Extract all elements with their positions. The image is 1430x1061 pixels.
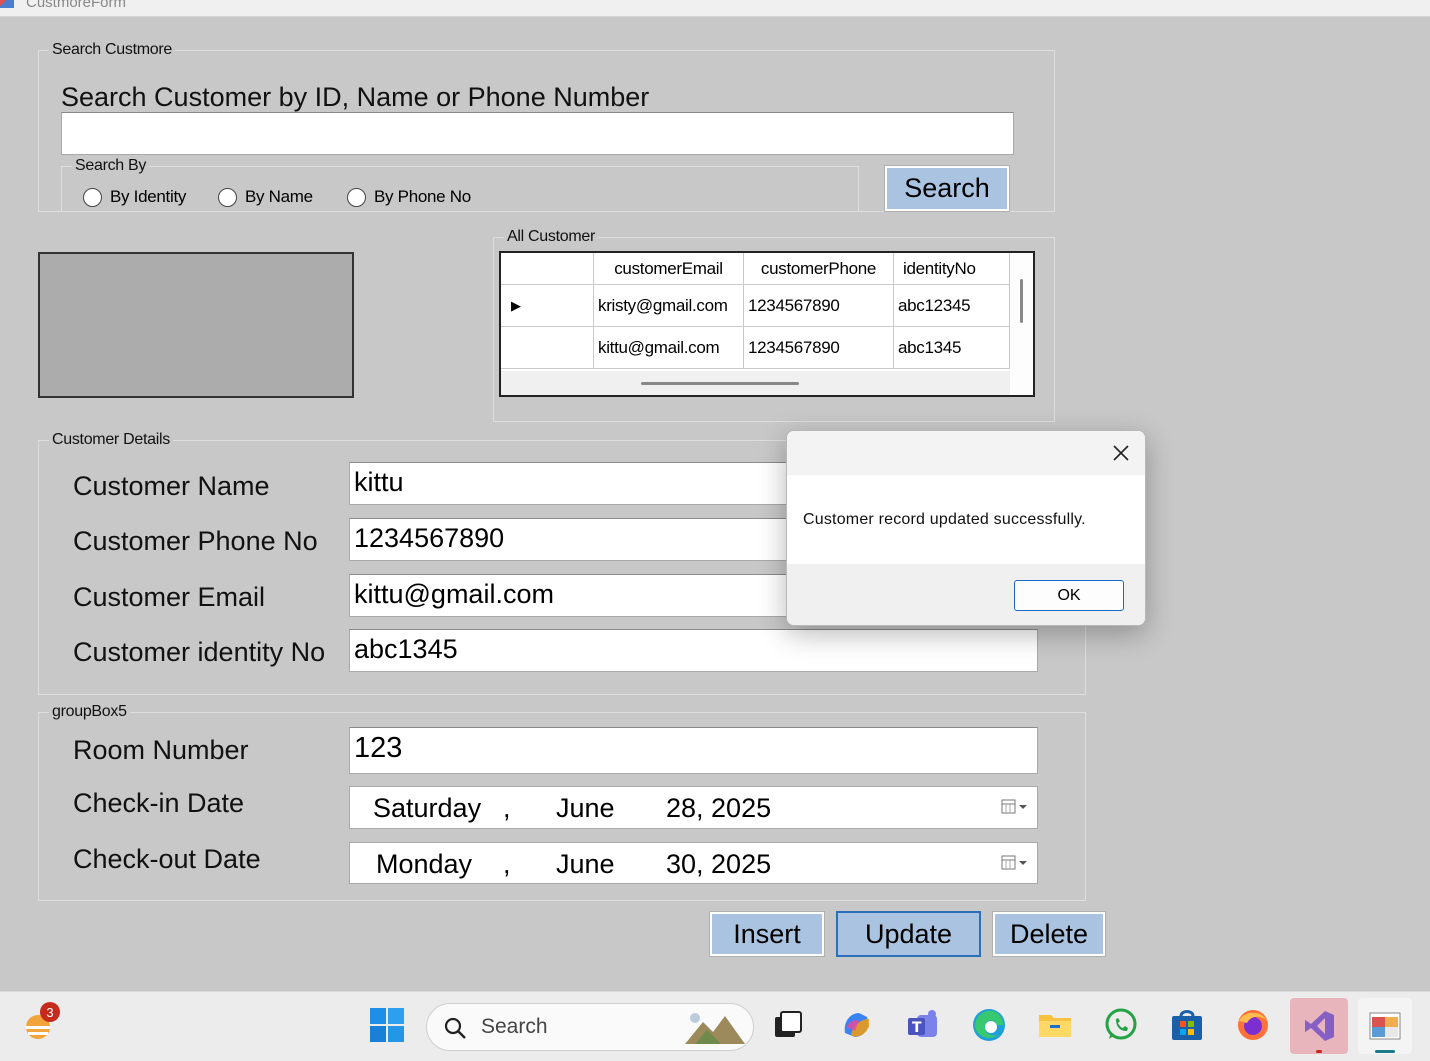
checkout-comma: , [503,849,511,879]
copilot-icon[interactable] [837,1005,877,1045]
dialog-titlebar [787,431,1145,475]
taskbar-search[interactable]: Search [426,1003,754,1051]
grid-vertical-scrollbar[interactable] [1010,253,1033,395]
taskbar: 3 Search T [0,991,1430,1061]
delete-button[interactable]: Delete [992,911,1106,957]
grid-header-identity[interactable]: identityNo [894,253,1010,285]
whatsapp-icon[interactable] [1101,1005,1141,1045]
customer-name-label: Customer Name [73,471,270,501]
winforms-app-icon[interactable] [1358,998,1412,1054]
customer-email-label: Customer Email [73,582,266,612]
checkin-comma: , [503,793,511,823]
radio-by-name[interactable]: By Name [218,187,313,207]
checkin-day-year: 28, 2025 [666,793,772,823]
task-view-icon[interactable] [768,1005,808,1045]
search-heading: Search Customer by ID, Name or Phone Num… [61,82,658,113]
grid-cell-email[interactable]: kristy@gmail.com [594,285,744,327]
checkout-month: June [556,849,615,879]
svg-text:T: T [912,1020,922,1036]
firefox-icon[interactable] [1233,1005,1273,1045]
close-icon[interactable] [1111,439,1131,470]
app-icon [0,0,14,8]
insert-button[interactable]: Insert [709,911,825,957]
running-indicator [1316,1050,1322,1053]
windows-start-icon[interactable] [367,1005,407,1045]
weather-widget-icon[interactable]: 3 [18,1002,60,1045]
customer-picture-box [38,252,354,398]
customer-details-legend: Customer Details [49,431,173,449]
update-button[interactable]: Update [836,911,981,957]
radio-by-identity[interactable]: By Identity [83,187,186,207]
customer-grid[interactable]: customerEmail customerPhone identityNo ▶… [499,251,1035,397]
checkout-date-picker[interactable]: Monday , June 30, 2025 [349,842,1038,884]
checkin-label: Check-in Date [73,788,245,818]
room-number-label: Room Number [73,735,249,765]
all-customer-legend: All Customer [504,228,598,246]
weather-badge: 3 [40,1002,60,1022]
active-indicator [1375,1050,1395,1053]
customer-identity-input[interactable]: abc1345 [349,629,1038,672]
ok-button[interactable]: OK [1014,580,1124,611]
grid-header-email[interactable]: customerEmail [594,253,744,285]
checkout-day-year: 30, 2025 [666,849,772,879]
grid-vertical-scroll-thumb[interactable] [1020,279,1023,323]
search-input[interactable] [61,112,1014,155]
grid-cell-identity[interactable]: abc1345 [894,327,1010,369]
radio-by-phone-circle[interactable] [347,187,366,207]
search-by-legend: Search By [72,157,150,175]
checkin-weekday: Saturday [373,793,482,823]
grid-corner-header [501,253,594,285]
grid-cell-email[interactable]: kittu@gmail.com [594,327,744,369]
radio-by-phone[interactable]: By Phone No [347,187,471,207]
file-explorer-icon[interactable] [1035,1005,1075,1045]
grid-horizontal-scrollbar[interactable] [501,371,1010,395]
grid-horizontal-scroll-thumb[interactable] [641,382,799,385]
grid-row-selector[interactable]: ▶ [501,285,594,327]
search-button[interactable]: Search [884,165,1010,212]
room-number-input[interactable]: 123 [349,727,1038,774]
radio-by-name-label: By Name [245,187,313,206]
current-row-arrow-icon: ▶ [511,297,521,313]
taskbar-search-placeholder: Search [481,1015,548,1038]
calendar-dropdown-icon[interactable] [1001,855,1027,871]
search-groupbox-legend: Search Custmore [49,41,175,59]
visual-studio-icon[interactable] [1290,998,1348,1054]
checkout-weekday: Monday [376,849,473,879]
radio-by-identity-label: By Identity [110,187,187,206]
grid-row-selector[interactable] [501,327,594,369]
grid-cell-phone[interactable]: 1234567890 [744,327,894,369]
booking-groupbox-legend: groupBox5 [49,703,130,721]
radio-by-phone-label: By Phone No [374,187,471,206]
search-icon [444,1017,466,1039]
grid-cell-phone[interactable]: 1234567890 [744,285,894,327]
message-dialog: Customer record updated successfully. OK [786,430,1146,626]
grid-header-phone[interactable]: customerPhone [744,253,894,285]
checkout-label: Check-out Date [73,844,261,874]
calendar-dropdown-icon[interactable] [1001,799,1027,815]
microsoft-store-icon[interactable] [1167,1005,1207,1045]
window-title: CustmoreForm [26,0,127,11]
grid-cell-identity[interactable]: abc12345 [894,285,1010,327]
radio-by-identity-circle[interactable] [83,187,102,207]
checkin-date-picker[interactable]: Saturday , June 28, 2025 [349,786,1038,829]
window-titlebar: CustmoreForm [0,0,1430,17]
search-highlight-icon [685,1013,745,1044]
radio-by-name-circle[interactable] [218,187,237,207]
teams-icon[interactable]: T [903,1005,943,1045]
customer-phone-label: Customer Phone No [73,526,318,556]
edge-browser-icon[interactable] [969,1005,1009,1045]
customer-identity-label: Customer identity No [73,637,326,667]
checkin-month: June [556,793,615,823]
dialog-message: Customer record updated successfully. [803,511,1086,528]
